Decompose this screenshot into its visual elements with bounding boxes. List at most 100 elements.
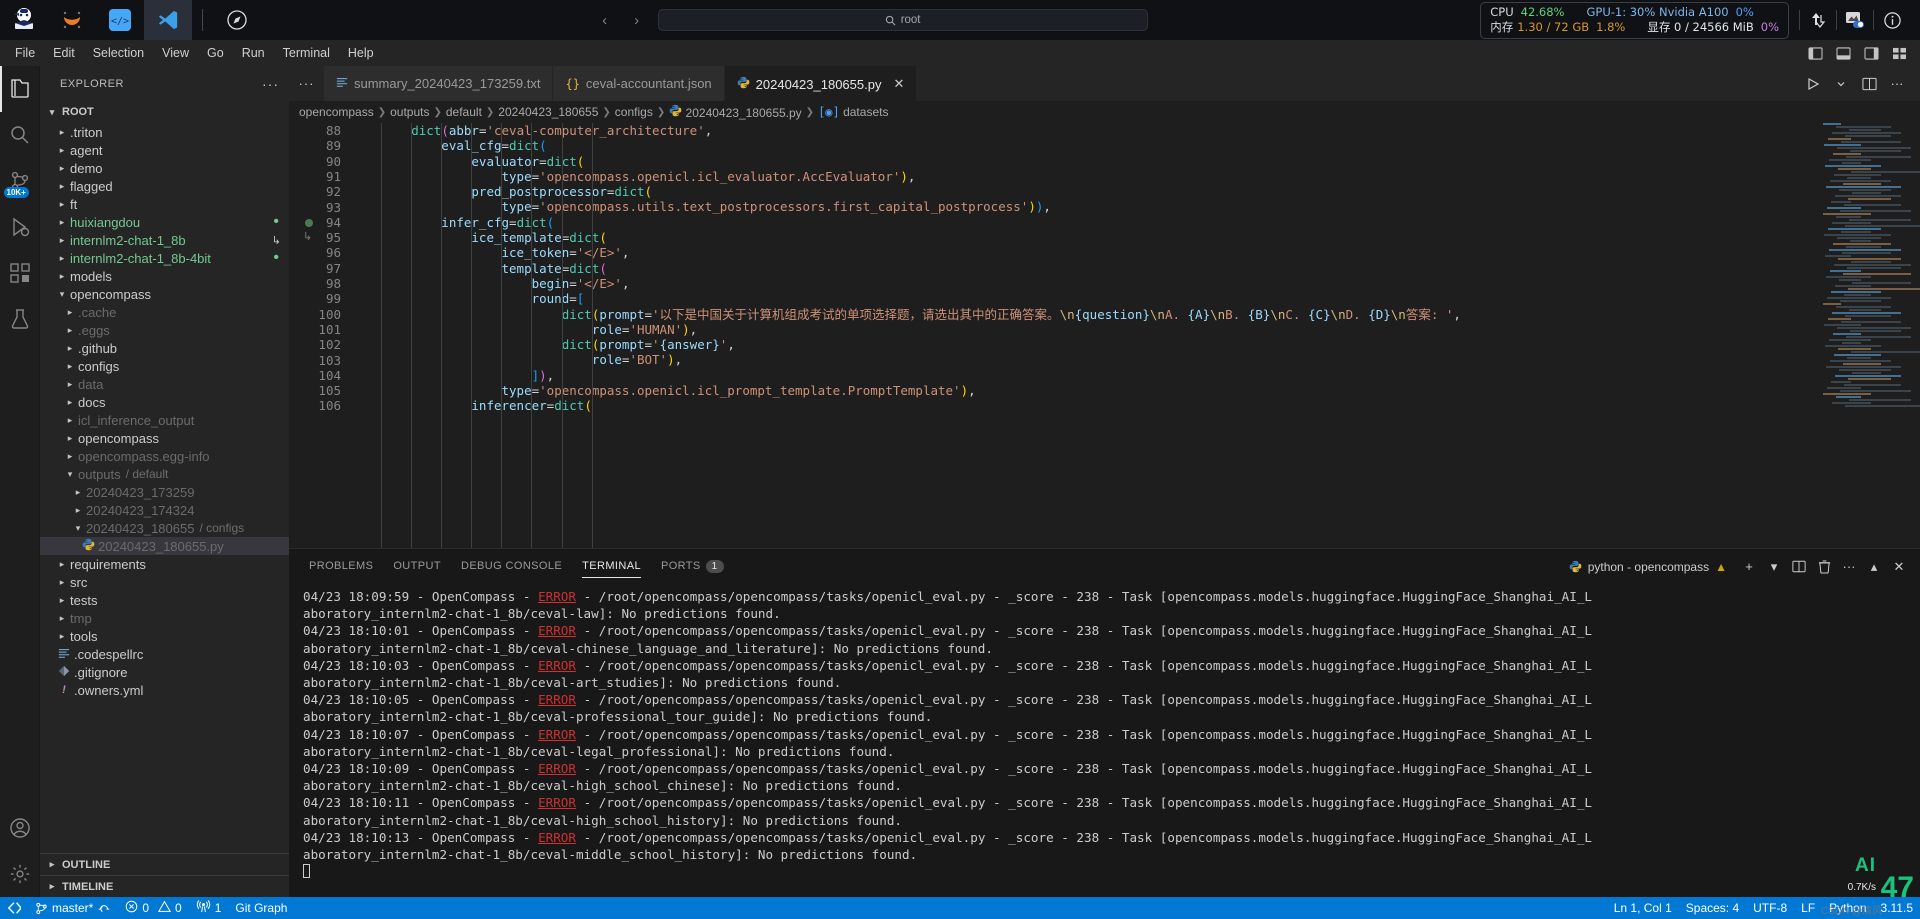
panel-tab[interactable]: OUTPUT [383,549,451,584]
tree-folder-item[interactable]: ▸ requirements [40,555,289,573]
tree-folder-item[interactable]: ▸ tests [40,591,289,609]
tree-folder-item[interactable]: ▾ outputs / default [40,465,289,483]
tree-folder-item[interactable]: ▸ configs [40,357,289,375]
sync-icon[interactable] [97,900,111,916]
breadcrumb-item[interactable]: default [446,105,482,119]
vscode-icon[interactable] [144,0,192,40]
split-arrows-icon[interactable] [1800,0,1836,40]
activity-item-source-control[interactable]: 10K+ [0,158,40,204]
toggle-primary-sidebar-icon[interactable] [1802,42,1828,64]
command-center-input[interactable]: root [657,9,1148,31]
tree-folder-item[interactable]: ▸ internlm2-chat-1_8b-4bit • [40,249,289,267]
tree-folder-item[interactable]: ▸ src [40,573,289,591]
source-control-branch[interactable]: master* [28,897,118,919]
kill-terminal-icon[interactable] [1813,553,1835,581]
chevron-down-icon[interactable]: ▾ [1763,553,1785,581]
go-forward-button[interactable]: › [626,12,648,29]
minimap[interactable] [1820,123,1920,548]
activity-item-run-and-debug[interactable] [0,204,40,250]
tree-folder-item[interactable]: ▸ internlm2-chat-1_8b ↳ [40,231,289,249]
customize-layout-icon[interactable] [1886,42,1912,64]
activity-item-search[interactable] [0,112,40,158]
outline-section[interactable]: ▸ OUTLINE [40,853,289,875]
timeline-section[interactable]: ▸ TIMELINE [40,875,289,897]
tree-folder-item[interactable]: ▸ tools [40,627,289,645]
toggle-secondary-sidebar-icon[interactable] [1858,42,1884,64]
code-brackets-icon[interactable]: </> [96,0,144,40]
remote-indicator[interactable] [0,897,28,919]
file-tree[interactable]: ▸ .triton ▸ agent ▸ demo ▸ flagged ▸ ft ▸ huixiangd… [40,123,289,853]
tree-folder-item[interactable]: ▸ models [40,267,289,285]
panel-tab[interactable]: DEBUG CONSOLE [451,549,572,584]
chevron-down-icon[interactable] [1828,66,1854,101]
remote-toggle-icon[interactable] [1837,0,1873,40]
activity-item-extensions[interactable] [0,250,40,296]
panel-tab[interactable]: PORTS 1 [651,549,734,584]
code-editor[interactable]: 88 89 90 91 92 93 94 95 96 97 98 99 100 101 102 103 104 1… [289,123,1920,548]
problems-indicator[interactable]: 0 0 [118,897,188,919]
menu-edit[interactable]: Edit [44,40,84,66]
tree-folder-item[interactable]: ▸ data [40,375,289,393]
tree-folder-item[interactable]: ▸ demo [40,159,289,177]
toggle-panel-icon[interactable] [1830,42,1856,64]
close-tab-icon[interactable]: ✕ [893,76,904,92]
panel-more-actions-icon[interactable]: ··· [1838,553,1860,581]
panel-tab[interactable]: TERMINAL [572,549,651,584]
tree-folder-item[interactable]: ▸ tmp [40,609,289,627]
breakpoint-dot-icon[interactable] [305,218,313,227]
terminal-instance-name[interactable]: python - opencompass ▲ [1569,560,1727,574]
info-icon[interactable] [1874,0,1910,40]
activity-item-settings[interactable] [0,851,40,897]
menu-file[interactable]: File [6,40,44,66]
run-python-icon[interactable] [1800,66,1826,101]
sidebar-more-actions-icon[interactable]: ··· [262,76,279,92]
editor-more-actions-icon[interactable]: ··· [1884,66,1910,101]
terminal-output[interactable]: 04/23 18:09:59 - OpenCompass - ERROR - /… [289,584,1920,897]
menu-view[interactable]: View [153,40,198,66]
new-terminal-icon[interactable]: + [1738,553,1760,581]
activity-item-explorer[interactable] [0,66,40,112]
menu-selection[interactable]: Selection [84,40,153,66]
activity-item-testing[interactable] [0,296,40,342]
editor-tab[interactable]: {} ceval-accountant.json [553,66,725,101]
close-panel-icon[interactable]: ✕ [1888,553,1910,581]
tree-folder-item[interactable]: ▸ opencompass [40,429,289,447]
split-terminal-icon[interactable] [1788,553,1810,581]
menu-help[interactable]: Help [339,40,383,66]
eol-setting[interactable]: LF [1794,897,1822,919]
tree-file-item[interactable]: .codespellrc [40,645,289,663]
indentation-setting[interactable]: Spaces: 4 [1679,897,1746,919]
tree-folder-item[interactable]: ▸ huixiangdou • [40,213,289,231]
panel-tab[interactable]: PROBLEMS [299,549,383,584]
ports-forwarded-indicator[interactable]: 1 [189,897,229,919]
tree-file-item[interactable]: 20240423_180655.py [40,537,289,555]
breadcrumb-file[interactable]: 20240423_180655.py [669,104,802,120]
tree-folder-item[interactable]: ▸ docs [40,393,289,411]
tree-folder-item[interactable]: ▸ flagged [40,177,289,195]
tree-folder-item[interactable]: ▾ opencompass [40,285,289,303]
editor-tab[interactable]: summary_20240423_173259.txt [324,66,554,101]
cursor-position[interactable]: Ln 1, Col 1 [1607,897,1679,919]
flame-logo-icon[interactable] [48,0,96,40]
explorer-root-section[interactable]: ▾ ROOT [40,101,289,123]
app-logo-icon[interactable] [0,0,48,40]
menu-run[interactable]: Run [233,40,274,66]
tree-folder-item[interactable]: ▸ 20240423_174324 [40,501,289,519]
tree-file-item[interactable]: ! .owners.yml [40,681,289,699]
breadcrumb-symbol[interactable]: [◉] datasets [818,105,888,119]
tree-folder-item[interactable]: ▸ .triton [40,123,289,141]
compass-icon[interactable] [213,0,261,40]
tree-file-item[interactable]: .gitignore [40,663,289,681]
go-back-button[interactable]: ‹ [594,12,616,29]
breadcrumb-item[interactable]: configs [615,105,653,119]
tree-folder-item[interactable]: ▸ opencompass.egg-info [40,447,289,465]
tabs-overflow-icon[interactable]: ··· [289,66,324,101]
breadcrumb-item[interactable]: opencompass [299,105,374,119]
editor-content[interactable]: dict(abbr='ceval-computer_architecture',… [351,123,1920,548]
menu-terminal[interactable]: Terminal [274,40,339,66]
tree-folder-item[interactable]: ▸ .eggs [40,321,289,339]
editor-tab[interactable]: 20240423_180655.py ✕ [724,66,918,101]
menu-go[interactable]: Go [198,40,233,66]
fold-arrow-icon[interactable]: ↳ [303,230,312,243]
tree-folder-item[interactable]: ▸ icl_inference_output [40,411,289,429]
